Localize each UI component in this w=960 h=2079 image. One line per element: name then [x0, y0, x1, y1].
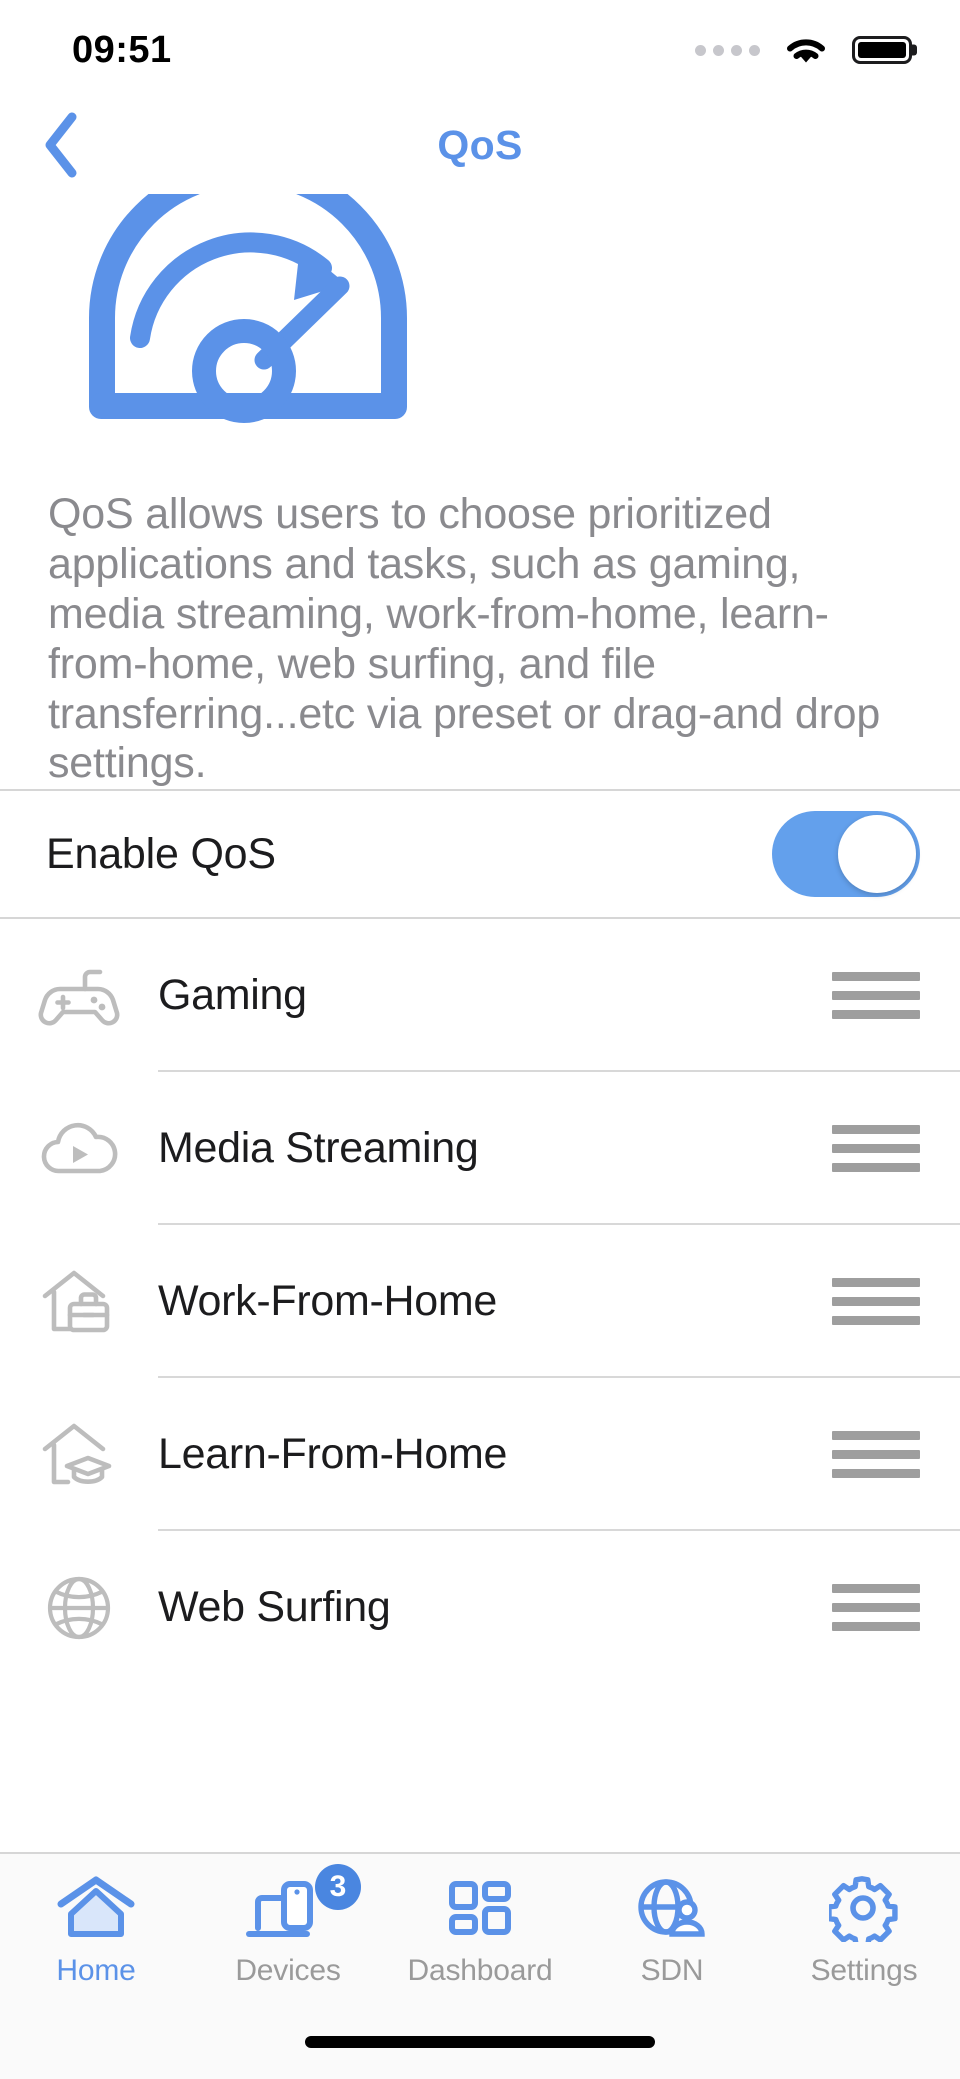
list-item-label: Gaming: [158, 971, 307, 1020]
enable-qos-toggle[interactable]: [772, 811, 920, 898]
hero-section: [0, 190, 960, 490]
list-item-label: Learn-From-Home: [158, 1430, 508, 1479]
home-indicator[interactable]: [305, 2035, 655, 2048]
battery-icon: [852, 36, 912, 64]
home-icon: [53, 1870, 139, 1942]
status-bar-time: 09:51: [72, 28, 172, 71]
toggle-knob: [838, 815, 916, 894]
chevron-left-icon: [45, 112, 77, 178]
wifi-icon: [787, 39, 825, 63]
drag-handle-icon[interactable]: [832, 1125, 920, 1173]
tab-label: Devices: [235, 1954, 341, 1987]
globe-icon: [0, 1571, 158, 1645]
drag-handle-icon[interactable]: [832, 1584, 920, 1632]
grid-icon: [444, 1870, 516, 1942]
list-item[interactable]: Web Surfing: [0, 1531, 960, 1684]
devices-icon: 3: [243, 1864, 361, 1942]
tab-label: SDN: [640, 1954, 704, 1987]
list-item[interactable]: Media Streaming: [0, 1072, 960, 1226]
gamepad-icon: [0, 959, 158, 1033]
status-bar: 09:51: [0, 0, 960, 100]
gear-icon: [829, 1870, 899, 1942]
drag-handle-icon[interactable]: [832, 1278, 920, 1326]
list-item-label: Media Streaming: [158, 1124, 479, 1173]
tab-settings[interactable]: Settings: [768, 1854, 960, 2004]
drag-handle-icon[interactable]: [832, 972, 920, 1020]
tab-label: Home: [56, 1954, 136, 1987]
house-briefcase-icon: [0, 1263, 158, 1341]
tab-devices[interactable]: 3 Devices: [192, 1854, 384, 2004]
list-item[interactable]: Learn-From-Home: [0, 1378, 960, 1532]
tab-label: Dashboard: [407, 1954, 553, 1987]
status-bar-indicators: [695, 32, 912, 68]
cloud-play-icon: [0, 1115, 158, 1183]
nav-bar: QoS: [0, 100, 960, 190]
tab-home[interactable]: Home: [0, 1854, 192, 2004]
speedometer-icon: [89, 194, 407, 423]
devices-badge: 3: [315, 1864, 361, 1910]
list-item[interactable]: Gaming: [0, 919, 960, 1073]
tab-dashboard[interactable]: Dashboard: [384, 1854, 576, 2004]
drag-handle-icon[interactable]: [832, 1431, 920, 1479]
tab-label: Settings: [810, 1954, 918, 1987]
bottom-tab-bar: Home 3 Devices Dashboard SDN Settings: [0, 1852, 960, 2004]
house-graduation-icon: [0, 1416, 158, 1494]
list-item-label: Web Surfing: [158, 1583, 391, 1632]
signal-dots-icon: [695, 44, 760, 56]
enable-qos-label: Enable QoS: [46, 829, 276, 878]
globe-user-icon: [634, 1870, 710, 1942]
tab-sdn[interactable]: SDN: [576, 1854, 768, 2004]
app-screen: 09:51 QoS QoS allows users to choose pri…: [0, 0, 960, 2079]
description-text: QoS allows users to choose prioritized a…: [48, 490, 881, 788]
page-title: QoS: [437, 121, 523, 168]
home-indicator-area: [0, 2004, 960, 2079]
enable-qos-row[interactable]: Enable QoS: [0, 791, 960, 917]
list-item-label: Work-From-Home: [158, 1277, 498, 1326]
back-button[interactable]: [26, 110, 96, 180]
list-item[interactable]: Work-From-Home: [0, 1225, 960, 1379]
priority-list: Gaming Media Streaming Work-From-Home Le…: [0, 919, 960, 1852]
